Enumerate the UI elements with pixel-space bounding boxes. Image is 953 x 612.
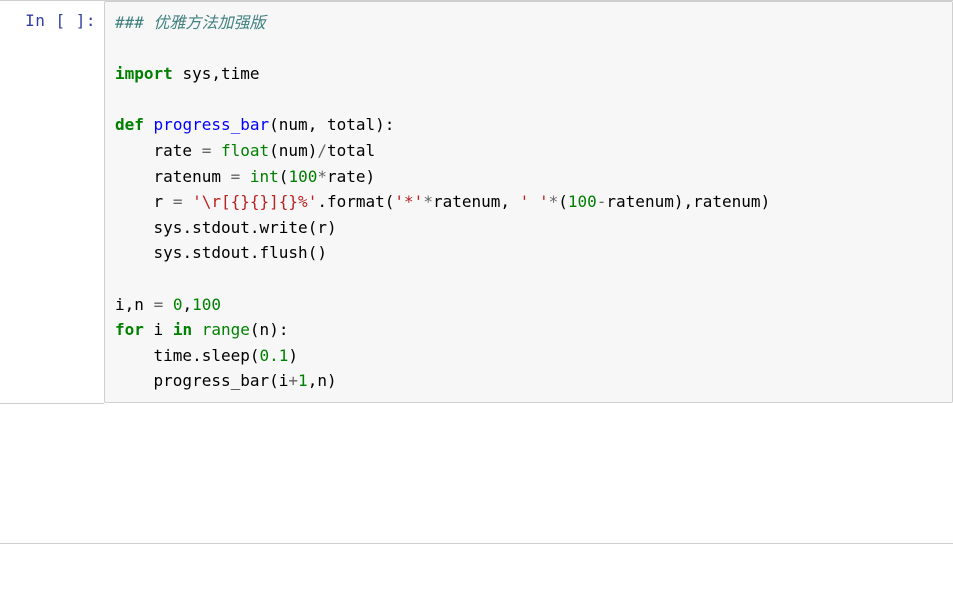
var-ratenum: ratenum <box>154 167 221 186</box>
str-star: '*' <box>394 192 423 211</box>
paren: ) <box>308 141 318 160</box>
comma: , <box>683 192 693 211</box>
attr-flush: flush <box>260 243 308 262</box>
dot: . <box>250 218 260 237</box>
op-plus: + <box>288 371 298 390</box>
num-1: 1 <box>298 371 308 390</box>
num-0p1: 0.1 <box>260 346 289 365</box>
dot: . <box>182 218 192 237</box>
mod-sys: sys <box>154 218 183 237</box>
arg-num: num <box>279 141 308 160</box>
bltn-range: range <box>202 320 250 339</box>
attr-write: write <box>260 218 308 237</box>
colon: : <box>279 320 289 339</box>
paren: ) <box>317 243 327 262</box>
var-r: r <box>154 192 164 211</box>
kw-import: import <box>115 64 173 83</box>
paren: ( <box>269 141 279 160</box>
arg-total: total <box>327 115 375 134</box>
code-input-area[interactable]: ### 优雅方法加强版 import sys,time def progress… <box>104 1 953 403</box>
code-cell: In [ ]: ### 优雅方法加强版 import sys,time def … <box>0 0 953 404</box>
var-total: total <box>327 141 375 160</box>
attr-sleep: sleep <box>202 346 250 365</box>
num-100: 100 <box>568 192 597 211</box>
op-eq: = <box>231 167 241 186</box>
paren: ( <box>385 192 395 211</box>
str-fmt: '\r[{}{}]{}%' <box>192 192 317 211</box>
input-prompt: In [ ]: <box>0 1 104 403</box>
var-i: i <box>115 295 125 314</box>
fn-name: progress_bar <box>154 115 270 134</box>
comma: , <box>500 192 510 211</box>
var-r: r <box>317 218 327 237</box>
paren: ) <box>366 167 376 186</box>
paren: ( <box>269 371 279 390</box>
kw-for: for <box>115 320 144 339</box>
op-eq: = <box>154 295 164 314</box>
op-eq: = <box>173 192 183 211</box>
paren: ( <box>279 167 289 186</box>
output-cell <box>0 403 953 544</box>
dot: . <box>250 243 260 262</box>
var-n: n <box>260 320 270 339</box>
var-rate: rate <box>327 167 366 186</box>
var-rate: rate <box>154 141 193 160</box>
comma: , <box>211 64 221 83</box>
paren: ( <box>308 243 318 262</box>
num-100: 100 <box>192 295 221 314</box>
op-minus: - <box>597 192 607 211</box>
bltn-float: float <box>221 141 269 160</box>
bltn-int: int <box>250 167 279 186</box>
fn-call-pb: progress_bar <box>154 371 270 390</box>
mod-sys: sys <box>154 243 183 262</box>
var-ratenum: ratenum <box>606 192 673 211</box>
paren: ( <box>558 192 568 211</box>
var-n: n <box>134 295 144 314</box>
paren: ) <box>761 192 771 211</box>
attr-stdout: stdout <box>192 243 250 262</box>
op-mul: * <box>423 192 433 211</box>
paren: ( <box>250 346 260 365</box>
comma: , <box>308 115 318 134</box>
var-ratenum: ratenum <box>693 192 760 211</box>
dot: . <box>192 346 202 365</box>
str-space: ' ' <box>520 192 549 211</box>
prompt-label: In [ ]: <box>25 11 96 30</box>
paren: ( <box>308 218 318 237</box>
var-n: n <box>317 371 327 390</box>
var-i: i <box>154 320 164 339</box>
var-ratenum: ratenum <box>433 192 500 211</box>
kw-in: in <box>173 320 192 339</box>
dot: . <box>182 243 192 262</box>
output-area <box>104 403 953 543</box>
arg-num: num <box>279 115 308 134</box>
op-mul: * <box>317 167 327 186</box>
comma: , <box>182 295 192 314</box>
colon: : <box>385 115 395 134</box>
paren: ) <box>327 371 337 390</box>
comma: , <box>308 371 318 390</box>
op-mul: * <box>549 192 559 211</box>
mod-time: time <box>154 346 193 365</box>
attr-format: format <box>327 192 385 211</box>
dot: . <box>317 192 327 211</box>
paren: ) <box>288 346 298 365</box>
var-i: i <box>279 371 289 390</box>
paren: ( <box>269 115 279 134</box>
paren: ) <box>269 320 279 339</box>
paren: ( <box>250 320 260 339</box>
num-100: 100 <box>288 167 317 186</box>
comma: , <box>125 295 135 314</box>
paren: ) <box>327 218 337 237</box>
output-prompt <box>0 403 104 543</box>
mod-sys: sys <box>182 64 211 83</box>
attr-stdout: stdout <box>192 218 250 237</box>
kw-def: def <box>115 115 144 134</box>
paren: ) <box>375 115 385 134</box>
op-div: / <box>317 141 327 160</box>
op-eq: = <box>202 141 212 160</box>
code-comment: ### 优雅方法加强版 <box>115 13 266 32</box>
mod-time: time <box>221 64 260 83</box>
